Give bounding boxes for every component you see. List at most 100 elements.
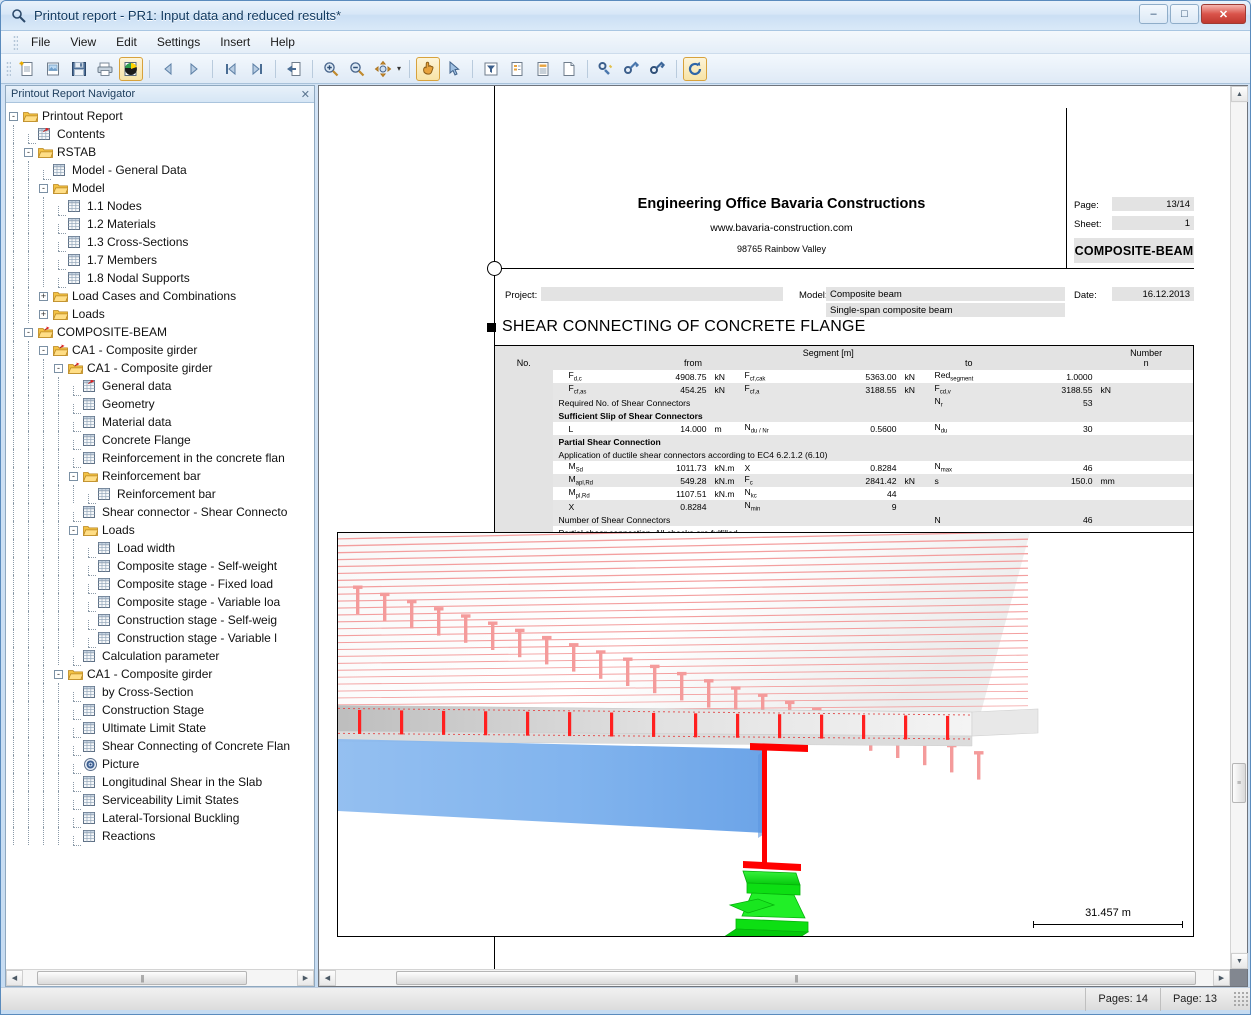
document-viewport[interactable]: Engineering Office Bavaria Constructions…	[318, 85, 1248, 987]
tree-item[interactable]: Reinforcement in the concrete flan	[6, 449, 314, 467]
zoom-in-icon[interactable]	[319, 57, 343, 81]
zoom-out-icon[interactable]	[345, 57, 369, 81]
page-layout-icon[interactable]	[505, 57, 529, 81]
filter-icon[interactable]	[479, 57, 503, 81]
doc-scroll-right-arrow-icon[interactable]: ▶	[1213, 970, 1230, 986]
tree-item[interactable]: Composite stage - Variable loa	[6, 593, 314, 611]
tree-item[interactable]: Picture	[6, 755, 314, 773]
minimize-button[interactable]: –	[1139, 4, 1168, 24]
vertical-scroll-track[interactable]: ≡	[1231, 103, 1247, 952]
export-page-icon[interactable]	[282, 57, 306, 81]
tree-expander[interactable]: -	[51, 670, 66, 679]
lock-icon[interactable]	[646, 57, 670, 81]
tree-expander[interactable]: -	[66, 472, 81, 481]
tree-item[interactable]: General data	[6, 377, 314, 395]
tree-item[interactable]: -Model	[6, 179, 314, 197]
tree-item[interactable]: -Printout Report	[6, 107, 314, 125]
navigator-scroll-track[interactable]: |||	[23, 970, 297, 986]
tree-item[interactable]: 1.1 Nodes	[6, 197, 314, 215]
tree-item[interactable]: Calculation parameter	[6, 647, 314, 665]
tree-item[interactable]: -CA1 - Composite girder	[6, 341, 314, 359]
pan-view-icon[interactable]	[371, 57, 395, 81]
tree-item[interactable]: Shear connector - Shear Connecto	[6, 503, 314, 521]
tree-item[interactable]: Material data	[6, 413, 314, 431]
tree-item[interactable]: by Cross-Section	[6, 683, 314, 701]
navigator-horizontal-scrollbar[interactable]: ◀ ||| ▶	[6, 969, 314, 986]
scroll-down-arrow-icon[interactable]: ▼	[1231, 953, 1248, 969]
maximize-button[interactable]: □	[1170, 4, 1199, 24]
tree-item[interactable]: Construction stage - Self-weig	[6, 611, 314, 629]
doc-horizontal-thumb[interactable]: |||	[396, 971, 1196, 985]
tree-item[interactable]: Ultimate Limit State	[6, 719, 314, 737]
link-broken-icon[interactable]	[594, 57, 618, 81]
report-tree[interactable]: -Printout ReportContents-RSTABModel - Ge…	[6, 104, 314, 969]
tree-item[interactable]: Construction Stage	[6, 701, 314, 719]
tree-item[interactable]: Reinforcement bar	[6, 485, 314, 503]
tree-item[interactable]: -Loads	[6, 521, 314, 539]
scroll-left-arrow-icon[interactable]: ◀	[6, 970, 23, 986]
tree-item[interactable]: Reactions	[6, 827, 314, 845]
previous-page-icon[interactable]	[156, 57, 180, 81]
tree-item[interactable]: Lateral-Torsional Buckling	[6, 809, 314, 827]
tree-item[interactable]: Composite stage - Self-weight	[6, 557, 314, 575]
tree-item[interactable]: Shear Connecting of Concrete Flan	[6, 737, 314, 755]
blank-page-icon[interactable]	[557, 57, 581, 81]
tree-expander[interactable]: -	[51, 364, 66, 373]
save-icon[interactable]	[67, 57, 91, 81]
tree-item[interactable]: -Reinforcement bar	[6, 467, 314, 485]
navigator-scroll-thumb[interactable]: |||	[37, 971, 247, 985]
tree-item[interactable]: Geometry	[6, 395, 314, 413]
tree-item[interactable]: Model - General Data	[6, 161, 314, 179]
doc-horizontal-track[interactable]: |||	[336, 970, 1213, 986]
tree-item[interactable]: Load width	[6, 539, 314, 557]
menu-item-edit[interactable]: Edit	[106, 33, 147, 51]
tree-expander[interactable]: +	[36, 310, 51, 319]
new-report-icon[interactable]	[15, 57, 39, 81]
scroll-right-arrow-icon[interactable]: ▶	[297, 970, 314, 986]
tree-item[interactable]: Contents	[6, 125, 314, 143]
tree-item[interactable]: -CA1 - Composite girder	[6, 359, 314, 377]
tree-item[interactable]: -COMPOSITE-BEAM	[6, 323, 314, 341]
navigator-close-icon[interactable]: ✕	[301, 88, 310, 101]
tree-item[interactable]: -RSTAB	[6, 143, 314, 161]
tree-expander[interactable]: -	[6, 112, 21, 121]
tree-expander[interactable]: -	[36, 184, 51, 193]
scroll-up-arrow-icon[interactable]: ▲	[1231, 86, 1248, 102]
doc-scroll-left-arrow-icon[interactable]: ◀	[319, 970, 336, 986]
print-icon[interactable]	[93, 57, 117, 81]
document-vertical-scrollbar[interactable]: ▲ ≡ ▼	[1230, 86, 1247, 969]
tree-expander[interactable]: -	[21, 148, 36, 157]
print-preview-icon[interactable]	[119, 57, 143, 81]
tree-expander[interactable]: -	[36, 346, 51, 355]
tree-item[interactable]: -CA1 - Composite girder	[6, 665, 314, 683]
menu-item-file[interactable]: File	[21, 33, 60, 51]
refresh-icon[interactable]	[683, 57, 707, 81]
tree-item[interactable]: Construction stage - Variable l	[6, 629, 314, 647]
tree-item[interactable]: Concrete Flange	[6, 431, 314, 449]
tree-item[interactable]: Composite stage - Fixed load	[6, 575, 314, 593]
tree-expander[interactable]: +	[36, 292, 51, 301]
unlock-icon[interactable]	[620, 57, 644, 81]
menu-item-view[interactable]: View	[60, 33, 106, 51]
tree-item[interactable]: Longitudinal Shear in the Slab	[6, 773, 314, 791]
open-report-icon[interactable]	[41, 57, 65, 81]
resize-grip-icon[interactable]	[1233, 991, 1249, 1007]
select-arrow-icon[interactable]	[442, 57, 466, 81]
last-page-icon[interactable]	[245, 57, 269, 81]
menu-item-help[interactable]: Help	[260, 33, 305, 51]
document-horizontal-scrollbar[interactable]: ◀ ||| ▶	[319, 969, 1230, 986]
first-page-icon[interactable]	[219, 57, 243, 81]
tree-indent-guide	[21, 287, 36, 305]
next-page-icon[interactable]	[182, 57, 206, 81]
pan-dropdown-caret-icon[interactable]: ▾	[397, 64, 401, 73]
menu-item-insert[interactable]: Insert	[210, 33, 260, 51]
menu-item-settings[interactable]: Settings	[147, 33, 210, 51]
vertical-scroll-thumb[interactable]: ≡	[1232, 763, 1246, 803]
tree-expander[interactable]: -	[21, 328, 36, 337]
tree-item[interactable]: +Loads	[6, 305, 314, 323]
close-button[interactable]: ✕	[1201, 4, 1246, 24]
tree-item[interactable]: Serviceability Limit States	[6, 791, 314, 809]
page-content-icon[interactable]	[531, 57, 555, 81]
tree-expander[interactable]: -	[66, 526, 81, 535]
hand-tool-icon[interactable]	[416, 57, 440, 81]
